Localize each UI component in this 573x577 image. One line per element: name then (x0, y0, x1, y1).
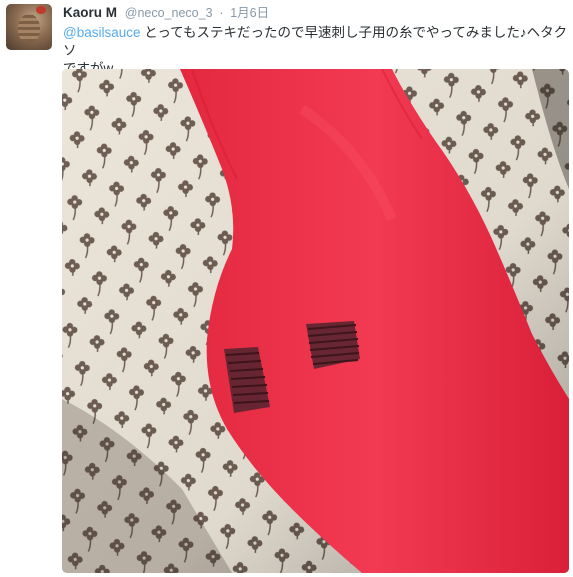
sock-photo-image (62, 69, 569, 573)
tweet: Kaoru M @neco_neco_3 · 1月6日 @basilsauce … (0, 0, 573, 577)
tweet-header: Kaoru M @neco_neco_3 · 1月6日 (63, 4, 269, 22)
author-handle[interactable]: @neco_neco_3 (125, 6, 213, 20)
tweet-photo[interactable] (62, 69, 569, 573)
header-separator: · (219, 6, 224, 20)
user-avatar[interactable] (6, 4, 52, 50)
mention-link[interactable]: @basilsauce (63, 25, 141, 40)
tweet-timestamp[interactable]: 1月6日 (230, 6, 269, 20)
author-name[interactable]: Kaoru M (63, 5, 117, 20)
